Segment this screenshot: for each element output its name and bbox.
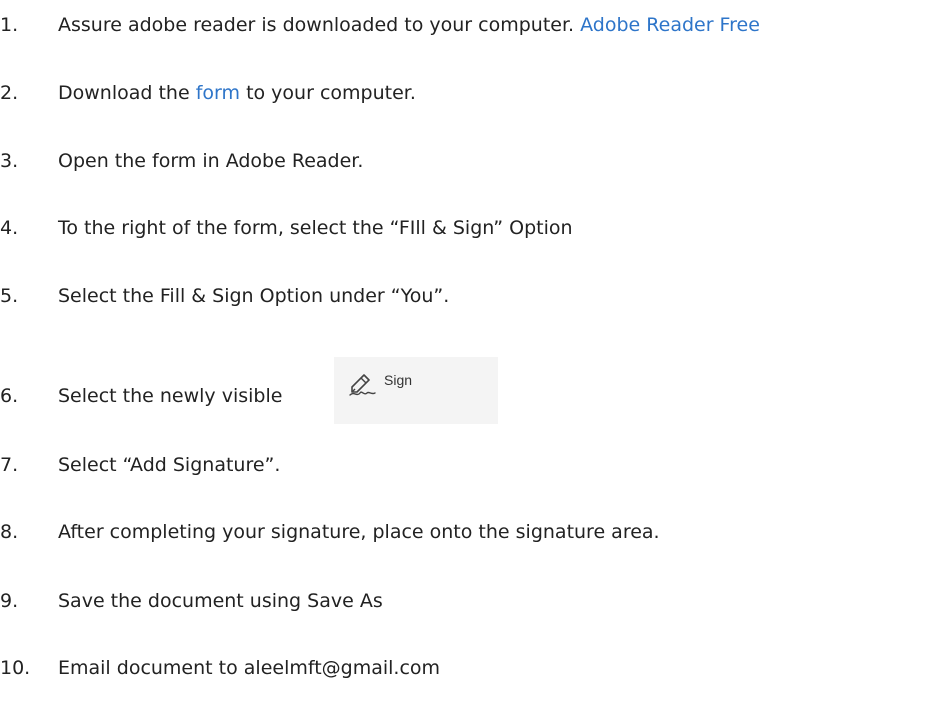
sign-label: Sign (384, 372, 413, 388)
step-text: To the right of the form, select the “FI… (58, 217, 573, 239)
step-number: 8. (0, 521, 19, 543)
step-2-text-after: to your computer. (240, 82, 416, 104)
step-text: Email document to aleelmft@gmail.com (58, 657, 441, 679)
step-number: 3. (0, 150, 19, 172)
step-number: 10. (0, 657, 31, 679)
step-number: 1. (0, 14, 19, 36)
step-text: Select the Fill & Sign Option under “You… (58, 285, 450, 307)
step-number: 4. (0, 217, 19, 239)
step-text: Select “Add Signature”. (58, 454, 281, 476)
step-number: 6. (0, 385, 19, 407)
adobe-reader-free-link[interactable]: Adobe Reader Free (580, 14, 760, 36)
step-text: Open the form in Adobe Reader. (58, 150, 364, 172)
step-1-text: Assure adobe reader is downloaded to you… (58, 14, 581, 36)
step-number: 7. (0, 454, 19, 476)
sign-button[interactable]: Sign (334, 357, 498, 424)
step-text: After completing your signature, place o… (58, 521, 660, 543)
step-text: Assure adobe reader is downloaded to you… (58, 13, 760, 37)
step-number: 9. (0, 590, 19, 612)
pen-signature-icon (348, 371, 378, 397)
step-text: Select the newly visible (58, 385, 283, 407)
step-2-text-before: Download the (58, 82, 196, 104)
step-text: Save the document using Save As (58, 590, 383, 612)
form-download-link[interactable]: form (196, 82, 240, 104)
step-number: 5. (0, 285, 19, 307)
step-number: 2. (0, 82, 19, 104)
step-text: Download the form to your computer. (58, 81, 416, 105)
